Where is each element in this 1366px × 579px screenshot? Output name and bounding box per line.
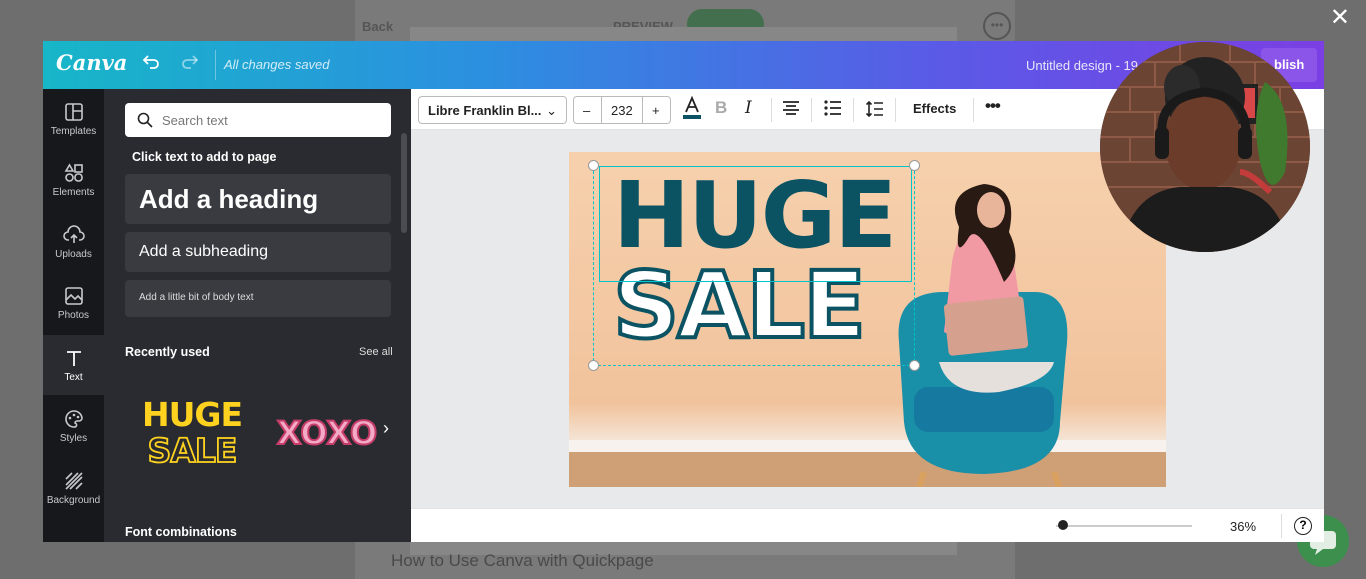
save-status: All changes saved <box>224 57 330 72</box>
uploads-icon <box>62 225 85 243</box>
font-combinations-heading: Font combinations <box>125 525 237 539</box>
add-subheading-button[interactable]: Add a subheading <box>125 232 391 272</box>
sidebar-item-text[interactable]: Text <box>43 335 104 395</box>
panel-hint: Click text to add to page <box>132 150 277 164</box>
recent-item-huge-sale[interactable]: HUGE SALE <box>132 391 252 471</box>
sidebar-item-elements[interactable]: Elements <box>43 150 104 210</box>
background-icon <box>64 472 83 490</box>
webcam-overlay <box>1100 42 1310 252</box>
recently-used-heading: Recently used <box>125 345 210 359</box>
header-divider <box>215 50 216 80</box>
footer-divider <box>1281 514 1282 538</box>
text-color-icon[interactable] <box>683 95 701 125</box>
toolbar-divider <box>811 98 812 122</box>
sidebar-item-uploads[interactable]: Uploads <box>43 212 104 272</box>
size-decrease-button[interactable]: – <box>583 103 590 118</box>
design-page[interactable]: HUGE SALE <box>569 152 1166 487</box>
toolbar-divider <box>853 98 854 122</box>
see-all-link[interactable]: See all <box>359 346 393 358</box>
sidebar-item-label: Background <box>46 495 101 506</box>
sidebar-item-label: Styles <box>59 433 88 444</box>
sidebar-item-label: Uploads <box>55 249 92 260</box>
search-icon <box>137 112 153 128</box>
resize-handle[interactable] <box>909 360 920 371</box>
more-options-icon[interactable]: ••• <box>985 96 1001 116</box>
sidebar-item-background[interactable]: Background <box>43 458 104 518</box>
resize-handle[interactable] <box>588 160 599 171</box>
sidebar-item-photos[interactable]: Photos <box>43 273 104 333</box>
canva-logo[interactable]: Canva <box>56 50 127 75</box>
photos-icon <box>64 287 83 305</box>
toolbar-divider <box>973 98 974 122</box>
sidebar-item-label: Photos <box>57 310 90 321</box>
sidebar-item-label: Elements <box>52 187 95 198</box>
editor-footer: 36% ? <box>411 508 1324 542</box>
list-icon[interactable] <box>824 100 842 121</box>
search-input[interactable] <box>162 111 382 129</box>
styles-icon <box>64 410 83 428</box>
bold-icon[interactable]: B <box>715 98 727 118</box>
templates-icon <box>64 103 83 121</box>
sidebar-item-label: Templates <box>50 126 97 137</box>
sidebar-item-label: Text <box>64 372 83 383</box>
help-icon[interactable]: ? <box>1294 517 1312 535</box>
align-center-icon[interactable] <box>782 100 800 121</box>
zoom-slider-handle[interactable] <box>1057 520 1068 530</box>
zoom-level[interactable]: 36% <box>1230 519 1256 534</box>
effects-button[interactable]: Effects <box>913 101 956 116</box>
size-increase-button[interactable]: + <box>652 103 660 118</box>
redo-icon[interactable] <box>180 52 200 78</box>
font-size-value[interactable]: 232 <box>611 103 633 118</box>
recent-item-xoxo[interactable]: XOXO <box>272 407 382 457</box>
stepper-divider <box>601 97 602 123</box>
text-panel: Click text to add to page Add a heading … <box>104 89 411 542</box>
font-size-stepper[interactable]: – 232 + <box>573 96 671 124</box>
chevron-right-icon[interactable]: › <box>383 418 389 439</box>
italic-icon[interactable]: I <box>745 98 752 118</box>
font-name: Libre Franklin Bl... <box>428 103 542 118</box>
toolbar-divider <box>895 98 896 122</box>
chevron-down-icon: ⌄ <box>546 103 557 118</box>
resize-handle[interactable] <box>588 360 599 371</box>
page-caption: How to Use Canva with Quickpage <box>391 551 654 570</box>
elements-icon <box>64 163 83 182</box>
recent-item-line1: XOXO <box>277 414 377 452</box>
resize-handle[interactable] <box>909 160 920 171</box>
sidebar-item-templates[interactable]: Templates <box>43 89 104 149</box>
text-icon <box>66 351 81 366</box>
close-icon[interactable]: ✕ <box>1330 5 1350 31</box>
selection-box <box>599 166 912 282</box>
undo-icon[interactable] <box>141 52 161 78</box>
panel-scrollbar[interactable] <box>401 133 407 233</box>
search-box[interactable] <box>125 103 391 137</box>
sidebar-nav: Templates Elements Uploads Photos Text S… <box>43 89 104 542</box>
recent-item-line2: SALE <box>148 431 237 470</box>
sidebar-item-styles[interactable]: Styles <box>43 396 104 456</box>
zoom-slider[interactable] <box>1056 525 1192 527</box>
add-heading-button[interactable]: Add a heading <box>125 174 391 224</box>
back-link: Back <box>362 19 394 34</box>
design-title[interactable]: Untitled design - 19 <box>1026 58 1138 73</box>
font-select[interactable]: Libre Franklin Bl... ⌄ <box>418 96 567 124</box>
stepper-divider <box>642 97 643 123</box>
toolbar-divider <box>771 98 772 122</box>
recent-item-line1: HUGE <box>142 395 242 434</box>
spacing-icon[interactable] <box>865 100 884 123</box>
background-more-button: ••• <box>983 12 1011 40</box>
add-body-text-button[interactable]: Add a little bit of body text <box>125 280 391 317</box>
